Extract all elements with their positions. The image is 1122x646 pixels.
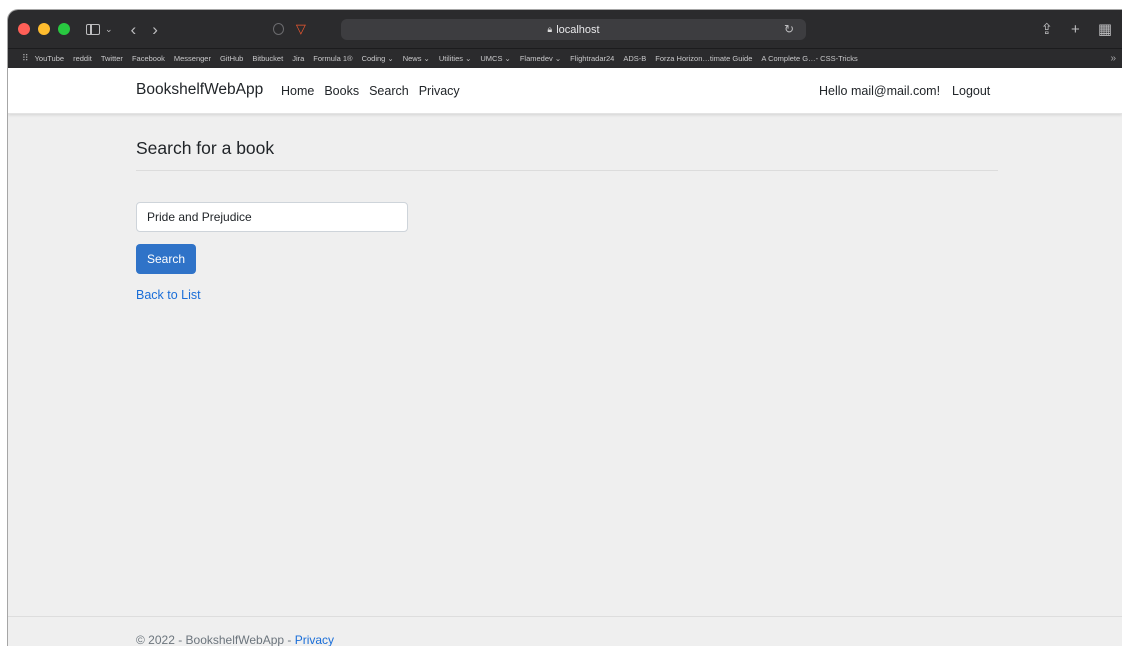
bookmark-item[interactable]: Twitter [101,54,123,63]
bookmark-item[interactable]: YouTube [35,54,64,63]
site-brand-link[interactable]: BookshelfWebApp [136,81,263,99]
bookmarks-bar: ⠿ YouTube reddit Twitter Facebook Messenger G… [8,48,1122,68]
site-footer: © 2022 - BookshelfWebApp - Privacy [8,616,1122,646]
bookmark-item[interactable]: Coding ⌄ [362,54,394,63]
toolbar-right: ⇪ + ▦ [1040,10,1112,48]
window-controls [18,23,70,35]
sidebar-toggle-icon[interactable] [86,23,100,35]
nav-link-home[interactable]: Home [281,84,314,98]
bookmark-item[interactable]: UMCS ⌄ [480,54,510,63]
title-divider [136,170,998,171]
lock-icon: 🔒︎ [547,24,553,34]
bookmark-item[interactable]: Bitbucket [252,54,283,63]
back-to-list-link[interactable]: Back to List [136,288,201,302]
bookmark-item[interactable]: Messenger [174,54,211,63]
footer-text: © 2022 - BookshelfWebApp - Privacy [136,633,334,646]
nav-links: Home Books Search Privacy [281,84,460,98]
minimize-window-button[interactable] [38,23,50,35]
close-window-button[interactable] [18,23,30,35]
bookmark-item[interactable]: News ⌄ [403,54,430,63]
nav-link-books[interactable]: Books [324,84,359,98]
bookmark-item[interactable]: Jira [292,54,304,63]
site-navbar: BookshelfWebApp Home Books Search Privac… [8,68,1122,114]
forward-arrow-icon[interactable]: › [152,21,158,38]
book-search-input[interactable] [136,202,408,232]
bookmark-item[interactable]: ADS-B [623,54,646,63]
reload-icon[interactable]: ↻ [784,22,794,36]
share-icon[interactable]: ⇪ [1040,22,1053,37]
page-title: Search for a book [136,138,275,158]
back-arrow-icon[interactable]: ‹ [131,21,137,38]
favorites-grid-icon[interactable]: ⠿ [22,53,29,64]
user-area: Hello mail@mail.com! Logout [819,84,990,98]
web-page: BookshelfWebApp Home Books Search Privac… [8,68,1122,646]
new-tab-plus-icon[interactable]: + [1071,22,1080,37]
bookmark-item[interactable]: Flightradar24 [570,54,614,63]
zoom-window-button[interactable] [58,23,70,35]
browser-titlebar: ⌄ ‹ › ▽ 🔒︎ localhost ↻ ⇪ + ▦ [8,10,1122,48]
footer-privacy-link[interactable]: Privacy [295,633,334,646]
bookmark-item[interactable]: A Complete G…- CSS-Tricks [761,54,857,63]
chevron-down-icon[interactable]: ⌄ [105,24,113,34]
address-bar[interactable]: 🔒︎ localhost ↻ [341,19,806,40]
search-button[interactable]: Search [136,244,196,274]
browser-window: ⌄ ‹ › ▽ 🔒︎ localhost ↻ ⇪ + ▦ ⠿ YouTube re… [8,10,1122,646]
double-chevron-right-icon[interactable]: » [1110,53,1116,64]
tab-overview-icon[interactable]: ▦ [1098,22,1112,37]
url-text: localhost [556,23,600,36]
bookmark-item[interactable]: Flamedev ⌄ [520,54,561,63]
bookmark-item[interactable]: Facebook [132,54,165,63]
nav-link-search[interactable]: Search [369,84,409,98]
bookmark-item[interactable]: Forza Horizon…timate Guide [655,54,752,63]
privacy-shield-icon[interactable] [272,23,284,35]
nav-link-privacy[interactable]: Privacy [419,84,460,98]
brave-lion-icon[interactable]: ▽ [296,21,306,37]
bookmark-item[interactable]: Utilities ⌄ [439,54,472,63]
logout-button[interactable]: Logout [952,84,990,98]
bookmark-item[interactable]: GitHub [220,54,243,63]
bookmark-item[interactable]: Formula 1® [313,54,352,63]
user-greeting-link[interactable]: Hello mail@mail.com! [819,84,940,98]
copyright-text: © 2022 - BookshelfWebApp - [136,633,295,646]
bookmark-item[interactable]: reddit [73,54,92,63]
